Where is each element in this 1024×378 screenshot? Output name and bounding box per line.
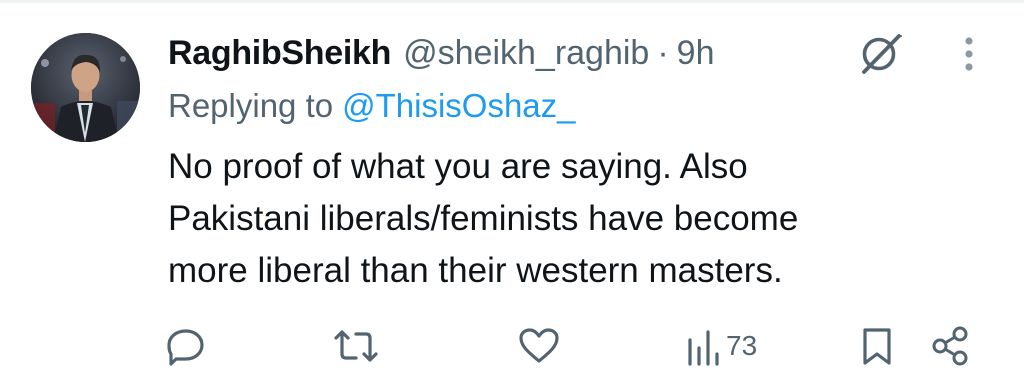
tweet-text-line: Pakistani liberals/feminists have become	[168, 199, 799, 238]
reply-button[interactable]	[164, 318, 208, 374]
more-options-icon[interactable]	[955, 34, 983, 74]
tweet-text-line: No proof of what you are saying. Also	[168, 147, 748, 186]
replying-to-label: Replying to	[168, 87, 334, 124]
like-button[interactable]	[516, 318, 562, 374]
tweet-text: No proof of what you are saying. Also Pa…	[168, 141, 988, 297]
reply-icon	[167, 329, 204, 366]
replying-to: Replying to @ThisisOshaz_	[168, 84, 576, 128]
bookmark-icon	[863, 328, 891, 365]
tweet[interactable]: RaghibSheikh @sheikh_raghib · 9h Replyin…	[0, 0, 1024, 378]
bookmark-button[interactable]	[860, 318, 894, 374]
views-button[interactable]: 73	[686, 318, 757, 374]
separator-dot: ·	[657, 34, 669, 72]
tweet-text-line: more liberal than their western masters.	[168, 251, 783, 290]
heart-icon	[519, 328, 559, 363]
share-button[interactable]	[930, 318, 972, 374]
timestamp[interactable]: 9h	[677, 30, 715, 76]
action-bar: 73	[0, 318, 1024, 374]
repost-icon	[334, 330, 378, 362]
user-handle[interactable]: @sheikh_raghib	[403, 30, 649, 76]
avatar[interactable]	[31, 33, 140, 142]
views-count: 73	[726, 330, 758, 361]
repost-button[interactable]	[330, 318, 382, 374]
display-name[interactable]: RaghibSheikh	[168, 30, 391, 76]
grok-icon[interactable]	[857, 30, 905, 76]
share-icon	[932, 326, 968, 366]
reply-mention-link[interactable]: @ThisisOshaz_	[342, 87, 575, 124]
views-icon	[688, 330, 719, 366]
tweet-header: RaghibSheikh @sheikh_raghib · 9h	[168, 30, 714, 76]
